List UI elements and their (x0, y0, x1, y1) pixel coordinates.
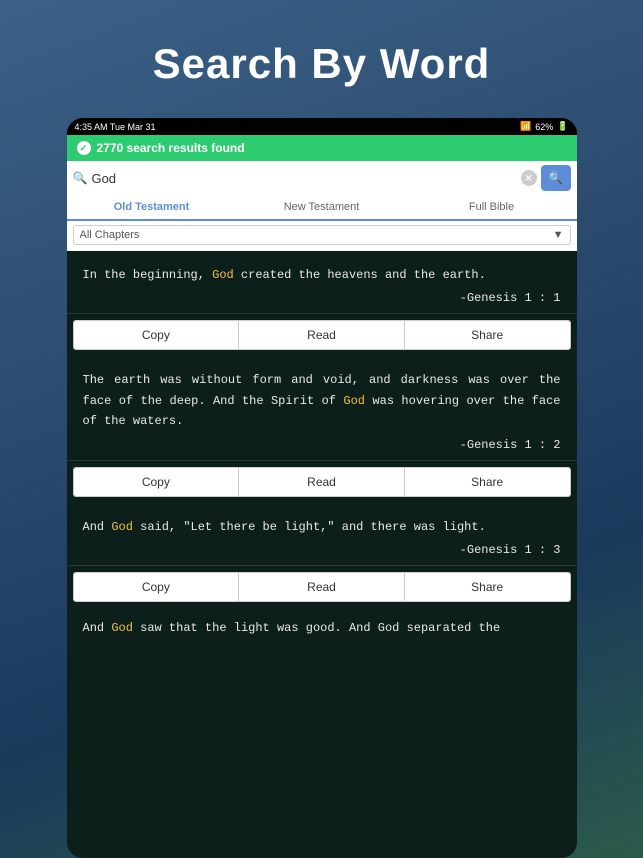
action-bar-1: Copy Read Share (67, 314, 577, 356)
verse-text-2: The earth was without form and void, and… (83, 370, 561, 431)
verse-card-3: And God said, "Let there be light," and … (67, 503, 577, 566)
verse-text-3: And God said, "Let there be light," and … (83, 517, 561, 537)
read-button-2[interactable]: Read (239, 468, 405, 496)
read-button-3[interactable]: Read (239, 573, 405, 601)
content-area: In the beginning, God created the heaven… (67, 251, 577, 858)
verse-ref-1: -Genesis 1 : 1 (83, 291, 561, 305)
copy-button-2[interactable]: Copy (74, 468, 240, 496)
action-bar-2: Copy Read Share (67, 461, 577, 503)
highlight-god-3: God (111, 520, 133, 534)
dropdown-value: All Chapters (80, 229, 140, 241)
verse-text-4: And God saw that the light was good. And… (83, 618, 561, 638)
tab-full-bible[interactable]: Full Bible (407, 195, 577, 219)
highlight-god-1: God (212, 268, 234, 282)
results-banner: 2770 search results found (67, 135, 577, 161)
copy-button-3[interactable]: Copy (74, 573, 240, 601)
chevron-down-icon: ▼ (553, 229, 564, 241)
battery-icon: 🔋 (557, 121, 568, 132)
status-time: 4:35 AM Tue Mar 31 (75, 122, 156, 132)
results-text: 2770 search results found (97, 141, 245, 155)
search-button[interactable]: 🔍 (541, 165, 571, 191)
tab-old-testament[interactable]: Old Testament (67, 195, 237, 221)
highlight-god-4: God (111, 621, 133, 635)
verse-card-1: In the beginning, God created the heaven… (67, 251, 577, 314)
verse-card-2: The earth was without form and void, and… (67, 356, 577, 460)
search-icon: 🔍 (73, 171, 88, 185)
status-signal: 📶 62% 🔋 (520, 121, 568, 132)
wifi-icon: 📶 (520, 121, 531, 132)
search-bar: 🔍 God ✕ 🔍 (67, 161, 577, 195)
clear-icon[interactable]: ✕ (521, 170, 537, 186)
read-button-1[interactable]: Read (239, 321, 405, 349)
tabs-row: Old Testament New Testament Full Bible (67, 195, 577, 221)
verse-text-1: In the beginning, God created the heaven… (83, 265, 561, 285)
tab-new-testament[interactable]: New Testament (237, 195, 407, 219)
page-title: Search By Word (153, 40, 491, 88)
dropdown-row: All Chapters ▼ (67, 221, 577, 251)
verse-ref-3: -Genesis 1 : 3 (83, 543, 561, 557)
check-icon (77, 141, 91, 155)
action-bar-3: Copy Read Share (67, 566, 577, 608)
share-button-3[interactable]: Share (405, 573, 570, 601)
verse-card-4-partial: And God saw that the light was good. And… (67, 608, 577, 644)
copy-button-1[interactable]: Copy (74, 321, 240, 349)
status-bar: 4:35 AM Tue Mar 31 📶 62% 🔋 (67, 118, 577, 135)
share-button-1[interactable]: Share (405, 321, 570, 349)
device-frame: 4:35 AM Tue Mar 31 📶 62% 🔋 2770 search r… (67, 118, 577, 858)
share-button-2[interactable]: Share (405, 468, 570, 496)
highlight-god-2: God (343, 394, 365, 408)
search-query[interactable]: God (91, 171, 516, 186)
chapter-dropdown[interactable]: All Chapters ▼ (73, 225, 571, 245)
verse-ref-2: -Genesis 1 : 2 (83, 438, 561, 452)
